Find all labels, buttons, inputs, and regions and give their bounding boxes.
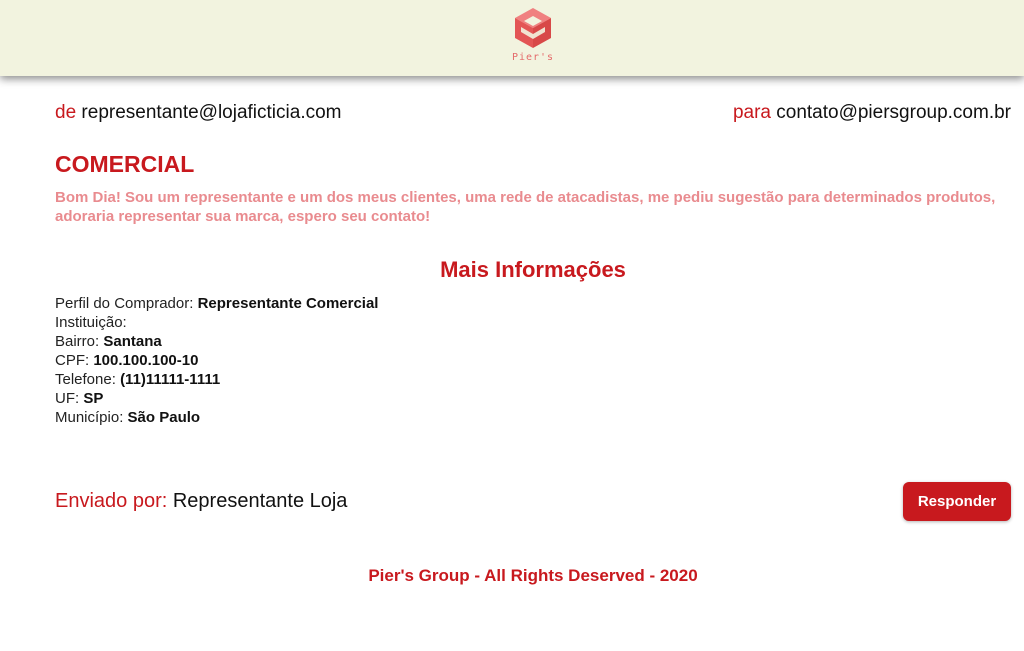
sent-by-line: Enviado por: Representante Loja [55, 490, 347, 513]
info-cpf: CPF: 100.100.100-10 [55, 351, 378, 370]
sent-by-name: Representante Loja [172, 490, 348, 512]
info-value: 100.100.100-10 [93, 352, 199, 369]
info-phone: Telefone: (11)11111-1111 [55, 370, 378, 389]
brand-logo[interactable]: Pier's [508, 6, 558, 63]
info-label: Município: [55, 409, 124, 426]
info-buyer-profile: Perfil do Comprador: Representante Comer… [55, 294, 378, 313]
info-value: (11)11111-1111 [120, 371, 221, 388]
from-line: de representante@lojaficticia.com [55, 102, 342, 124]
more-info-title: Mais Informações [440, 257, 626, 282]
info-neighborhood: Bairro: Santana [55, 332, 378, 351]
from-prefix: de [55, 102, 77, 123]
info-label: CPF: [55, 352, 90, 369]
app-header: Pier's [0, 0, 1024, 76]
to-prefix: para [732, 102, 771, 123]
info-value: São Paulo [127, 409, 201, 426]
cube-logo-icon [508, 6, 558, 50]
info-label: Telefone: [55, 371, 116, 388]
info-label: UF: [55, 390, 80, 407]
info-state: UF: SP [55, 389, 378, 408]
info-value: Representante Comercial [197, 295, 379, 312]
to-address: contato@piersgroup.com.br [776, 102, 1011, 123]
reply-button[interactable]: Responder [903, 482, 1011, 521]
brand-name: Pier's [511, 52, 555, 63]
info-label: Bairro: [55, 333, 100, 350]
message-subject: COMERCIAL [55, 151, 195, 177]
info-value: SP [83, 390, 104, 407]
to-line: para contato@piersgroup.com.br [733, 102, 1011, 124]
more-info-list: Perfil do Comprador: Representante Comer… [55, 294, 378, 427]
info-institution: Instituição: [55, 313, 378, 332]
sent-by-label: Enviado por: [55, 490, 168, 512]
info-city: Município: São Paulo [55, 408, 378, 427]
info-value: Santana [103, 333, 162, 350]
message-body: Bom Dia! Sou um representante e um dos m… [55, 189, 996, 225]
from-address: representante@lojaficticia.com [81, 102, 342, 123]
info-label: Perfil do Comprador: [55, 295, 194, 312]
info-label: Instituição: [55, 314, 127, 331]
footer-text: Pier's Group - All Rights Deserved - 202… [368, 566, 698, 585]
